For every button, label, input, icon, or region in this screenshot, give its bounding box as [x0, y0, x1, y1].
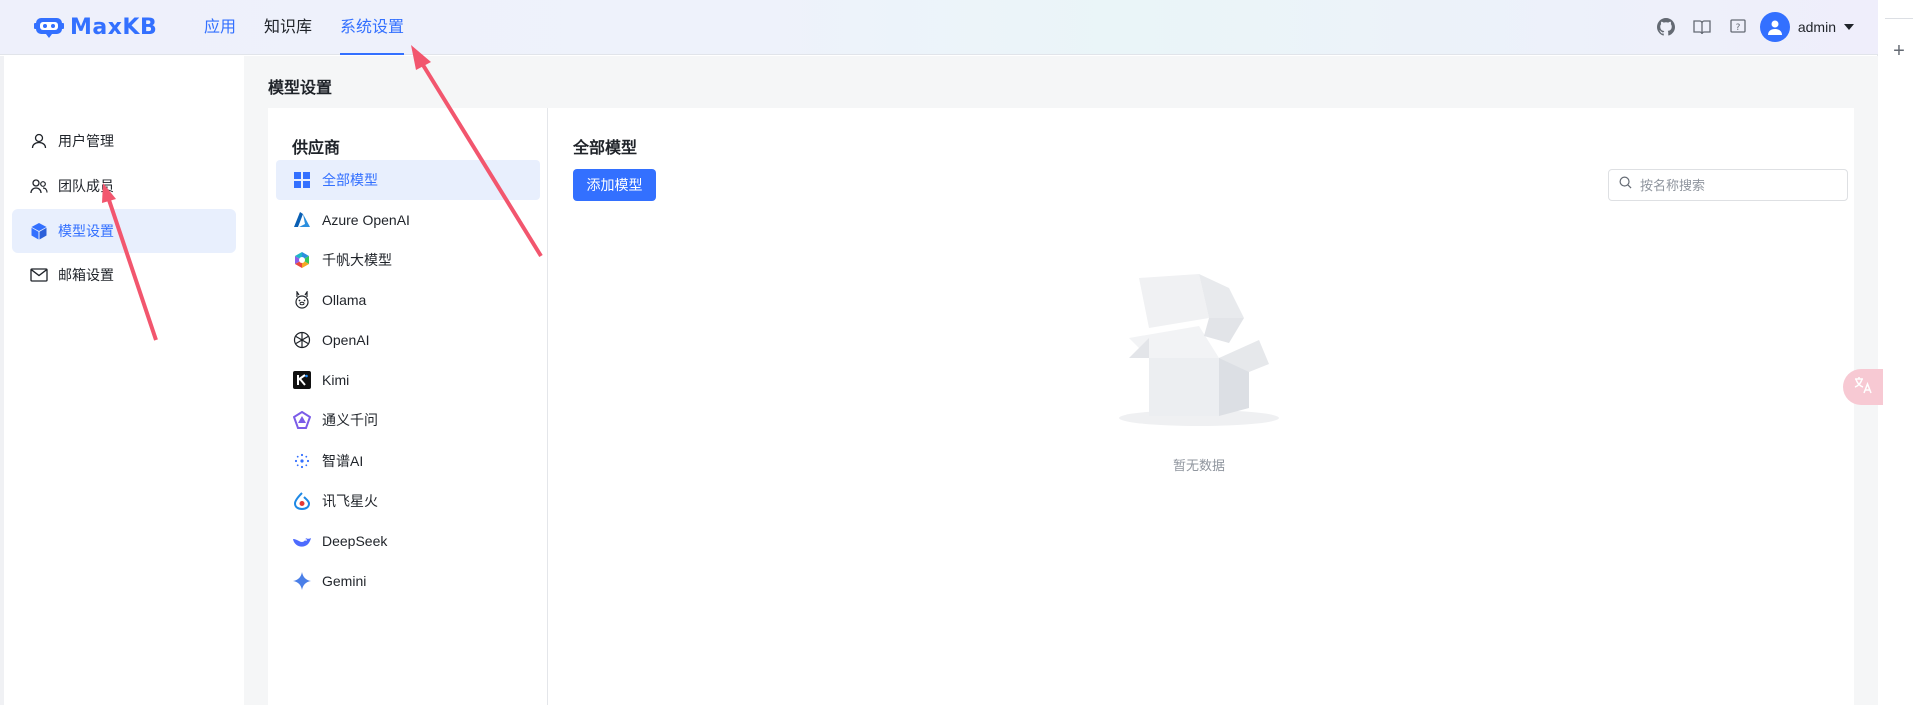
top-nav: 应用 知识库 系统设置	[204, 0, 432, 55]
provider-kimi[interactable]: Kimi	[276, 360, 540, 400]
plus-icon[interactable]: +	[1889, 40, 1909, 63]
provider-qianfan[interactable]: 千帆大模型	[276, 240, 540, 280]
help-icon[interactable]: ?	[1728, 17, 1748, 37]
cube-icon	[30, 222, 48, 240]
provider-label: 通义千问	[322, 412, 378, 428]
app-window: MaxKB 应用 知识库 系统设置 ? admin 用户管理 团队成员 模型设置…	[0, 0, 1878, 705]
sidebar-item-label: 邮箱设置	[58, 267, 114, 283]
search-input[interactable]	[1640, 177, 1840, 193]
username[interactable]: admin	[1798, 19, 1836, 35]
empty-state-text: 暂无数据	[1172, 458, 1225, 473]
provider-label: 讯飞星火	[322, 493, 378, 509]
page-title: 模型设置	[268, 80, 333, 97]
provider-label: 智谱AI	[322, 453, 364, 469]
ollama-icon	[292, 290, 312, 310]
models-area: 全部模型 添加模型 按名称搜索 暂无数据	[549, 108, 1854, 705]
sidebar-item-email-settings[interactable]: 邮箱设置	[12, 253, 236, 297]
provider-zhipu[interactable]: 智谱AI	[276, 441, 540, 481]
sidebar-item-label: 模型设置	[58, 223, 114, 239]
sidebar-item-label: 团队成员	[58, 178, 114, 194]
robot-logo-icon	[34, 15, 64, 39]
models-title: 全部模型	[573, 140, 638, 157]
team-icon	[30, 177, 48, 195]
nav-knowledge-base[interactable]: 知识库	[264, 0, 312, 55]
provider-ollama[interactable]: Ollama	[276, 280, 540, 320]
provider-deepseek[interactable]: DeepSeek	[276, 521, 540, 561]
logo[interactable]: MaxKB	[34, 14, 157, 40]
sidebar-item-model-settings[interactable]: 模型设置	[12, 209, 236, 253]
sidebar-item-team-members[interactable]: 团队成员	[12, 164, 236, 208]
zhipu-icon	[292, 451, 312, 471]
kimi-icon	[292, 370, 312, 390]
provider-openai[interactable]: OpenAI	[276, 320, 540, 360]
provider-list: 供应商 全部模型 Azure OpenAI 千帆大模型 Ollama OpenA…	[268, 108, 548, 705]
tongyi-icon	[292, 410, 312, 430]
provider-label: Ollama	[322, 292, 367, 308]
provider-label: OpenAI	[322, 332, 370, 348]
book-icon[interactable]	[1692, 17, 1712, 37]
sidebar: 用户管理 团队成员 模型设置 邮箱设置	[0, 56, 244, 705]
provider-label: 千帆大模型	[322, 252, 392, 268]
openai-icon	[292, 330, 312, 350]
add-model-button[interactable]: 添加模型	[573, 169, 656, 201]
provider-label: Azure OpenAI	[322, 212, 410, 228]
translate-button[interactable]	[1843, 369, 1883, 405]
sidebar-item-user-management[interactable]: 用户管理	[12, 119, 236, 163]
empty-box-illustration	[1109, 268, 1289, 428]
qianfan-icon	[292, 250, 312, 270]
provider-label: DeepSeek	[322, 533, 388, 549]
provider-all-models[interactable]: 全部模型	[276, 160, 540, 200]
translate-icon	[1853, 376, 1873, 399]
logo-text: MaxKB	[70, 14, 158, 40]
nav-apps[interactable]: 应用	[204, 0, 236, 55]
github-icon[interactable]	[1656, 17, 1676, 37]
providers-title: 供应商	[292, 140, 341, 157]
search-box[interactable]	[1608, 169, 1848, 201]
deepseek-icon	[292, 531, 312, 551]
search-icon	[1619, 176, 1632, 194]
header-actions: ? admin	[1640, 11, 1854, 43]
azure-icon	[292, 210, 312, 230]
provider-label: 全部模型	[322, 172, 378, 188]
avatar[interactable]	[1759, 12, 1790, 42]
divider	[1885, 18, 1913, 19]
top-header: MaxKB 应用 知识库 系统设置 ? admin	[0, 0, 1878, 55]
sidebar-item-label: 用户管理	[58, 133, 114, 149]
right-rail: +	[1879, 0, 1919, 705]
chevron-down-icon[interactable]	[1844, 24, 1854, 30]
model-panel: 供应商 全部模型 Azure OpenAI 千帆大模型 Ollama OpenA…	[268, 108, 1854, 705]
provider-tongyi[interactable]: 通义千问	[276, 400, 540, 440]
user-icon	[30, 132, 48, 150]
provider-gemini[interactable]: Gemini	[276, 561, 540, 601]
provider-label: Kimi	[322, 372, 350, 388]
nav-system-settings[interactable]: 系统设置	[340, 0, 405, 55]
grid-icon	[292, 170, 312, 190]
provider-azure-openai[interactable]: Azure OpenAI	[276, 200, 540, 240]
main-content: 模型设置 供应商 全部模型 Azure OpenAI 千帆大模型 Ollama …	[244, 56, 1878, 705]
mail-icon	[30, 266, 48, 284]
provider-label: Gemini	[322, 573, 367, 589]
gemini-icon	[292, 571, 312, 591]
svg-text:?: ?	[1735, 23, 1740, 33]
provider-xunfei[interactable]: 讯飞星火	[276, 481, 540, 521]
xunfei-icon	[292, 491, 312, 511]
